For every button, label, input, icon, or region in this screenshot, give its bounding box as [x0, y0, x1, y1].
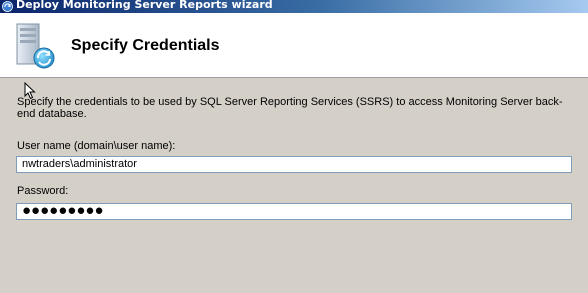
content-area: Specify the credentials to be used by SQ…: [17, 96, 577, 120]
server-sync-icon: [16, 23, 55, 69]
app-icon: [2, 1, 13, 12]
page-title: Specify Credentials: [71, 37, 220, 54]
username-field[interactable]: nwtraders\administrator: [16, 156, 572, 173]
password-label: Password:: [17, 185, 69, 197]
wizard-window: Deploy Monitoring Server Reports wizard: [0, 0, 588, 293]
username-label: User name (domain\user name):: [17, 140, 176, 152]
title-bar[interactable]: Deploy Monitoring Server Reports wizard: [0, 0, 588, 13]
instructions-text: Specify the credentials to be used by SQ…: [17, 96, 563, 120]
window-title: Deploy Monitoring Server Reports wizard: [16, 0, 273, 11]
password-field[interactable]: ●●●●●●●●●: [16, 203, 572, 220]
wizard-header: Specify Credentials: [0, 13, 588, 78]
